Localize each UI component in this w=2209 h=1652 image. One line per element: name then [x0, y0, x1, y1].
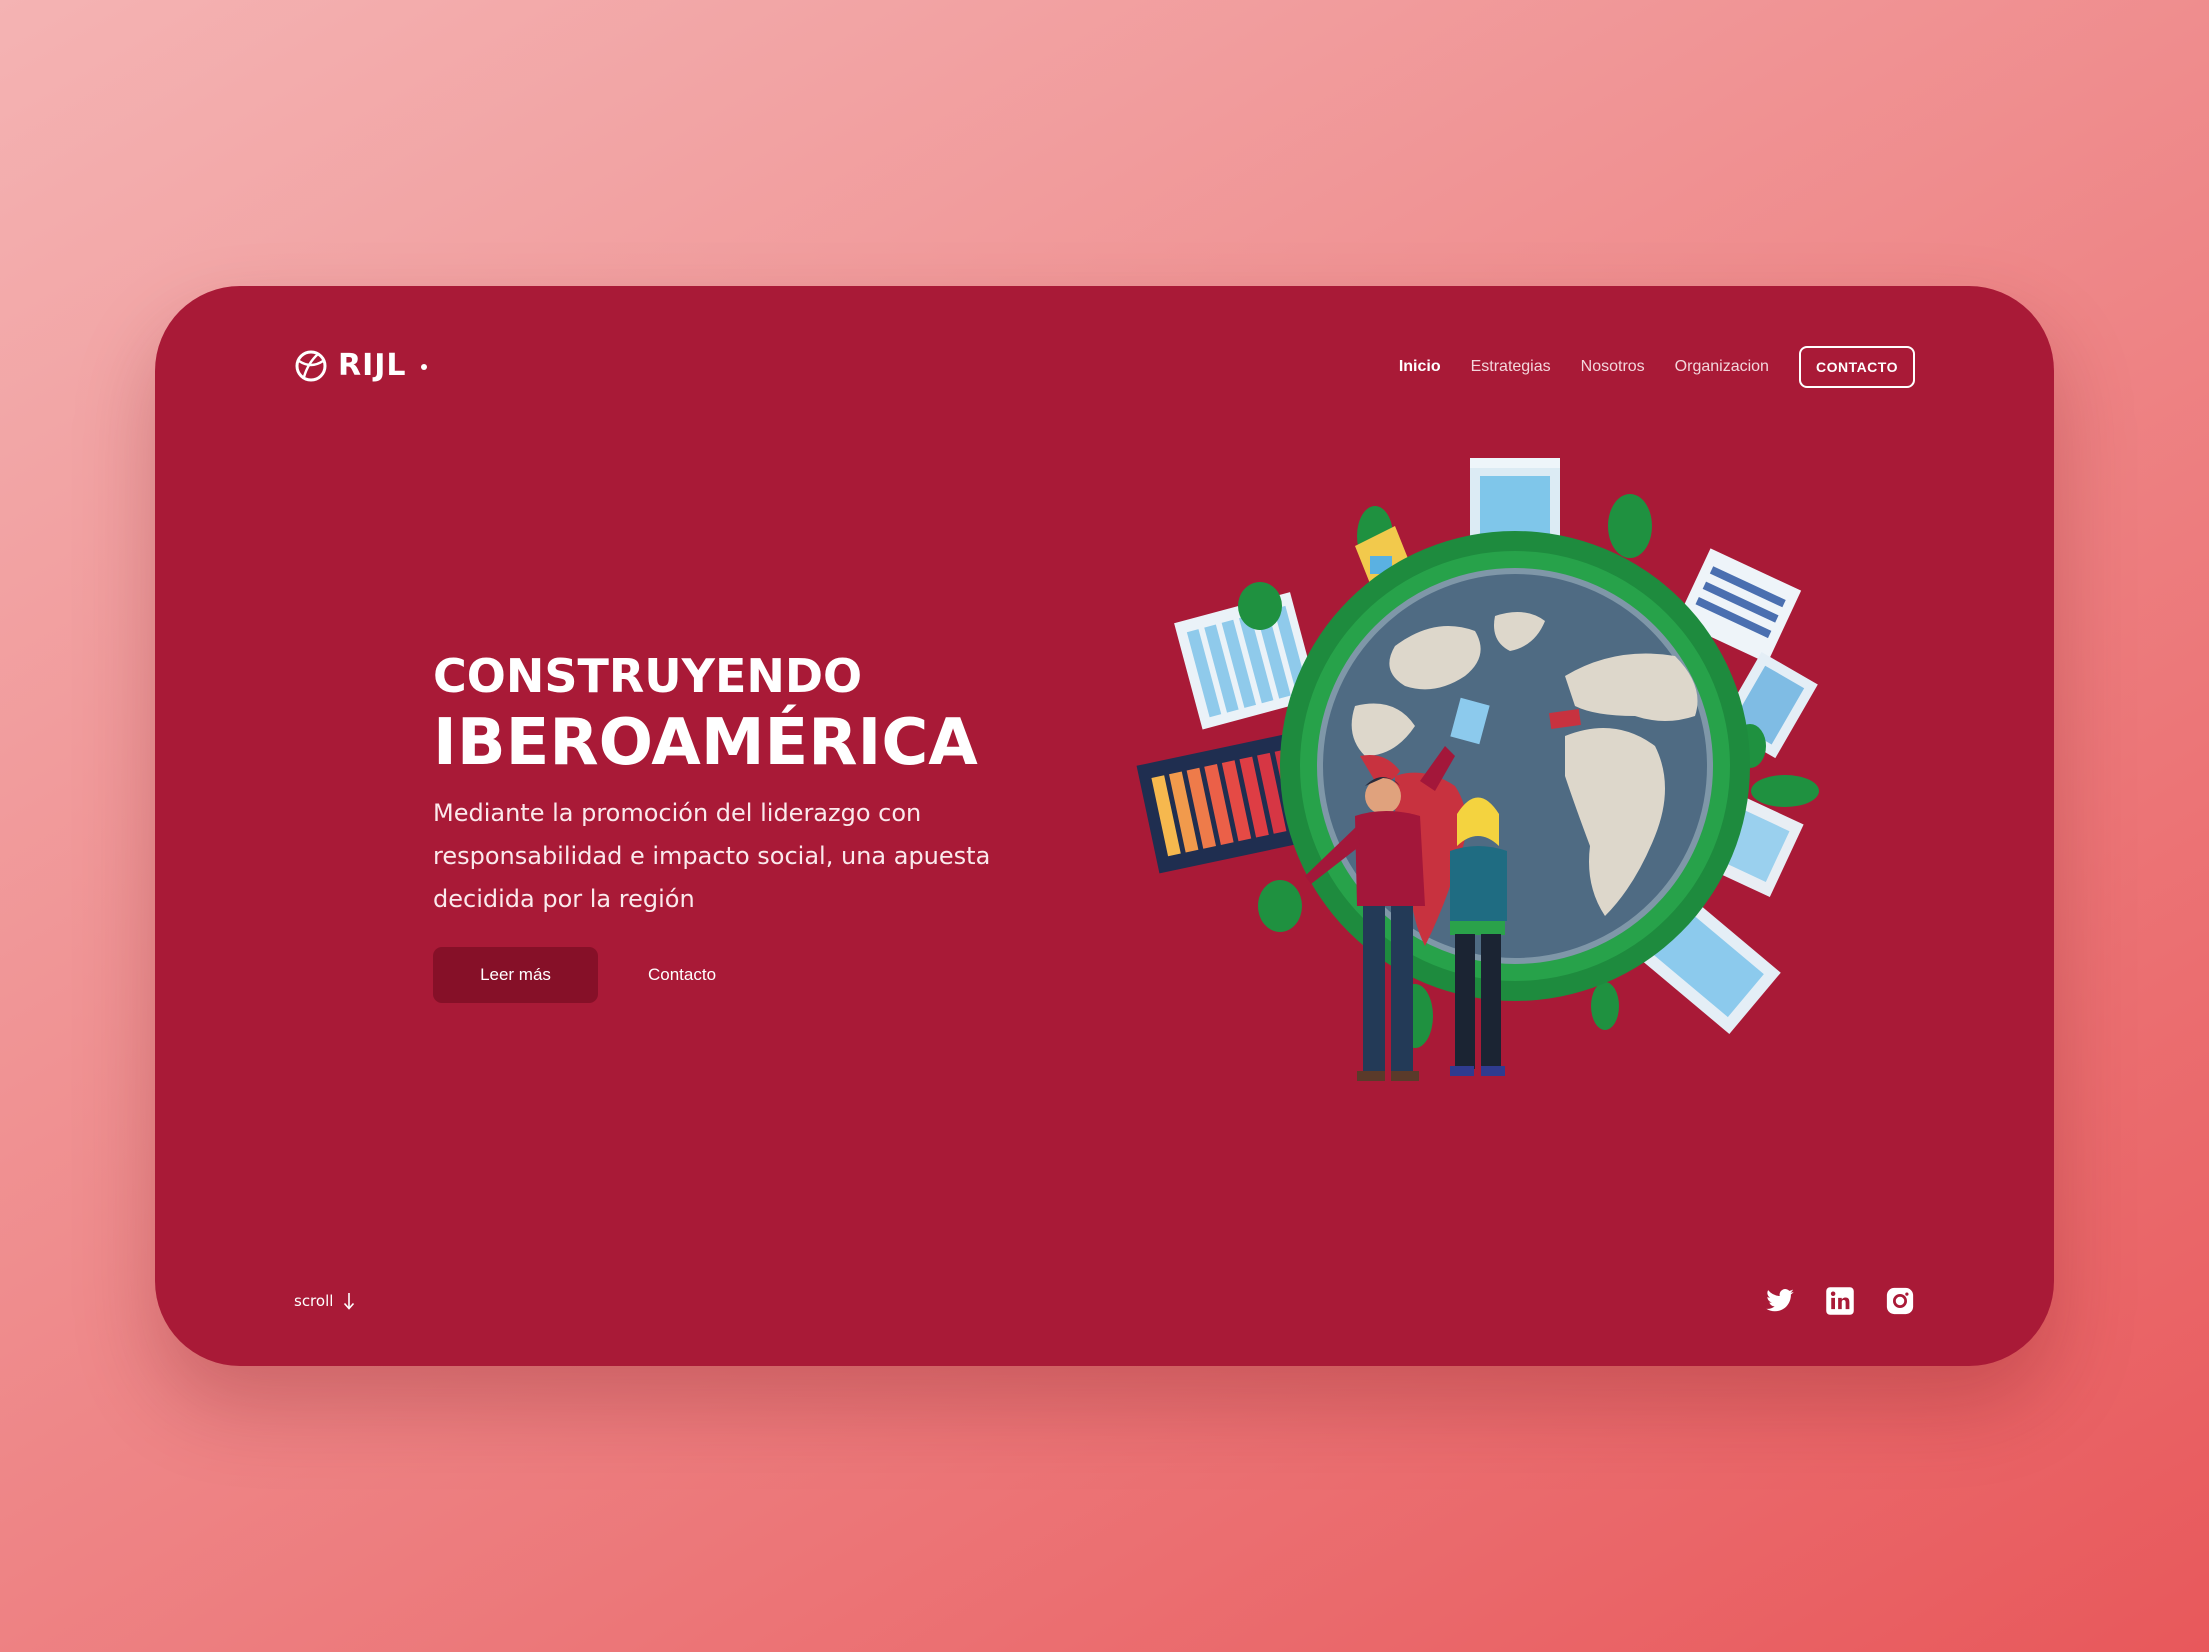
- nav-item-inicio[interactable]: Inicio: [1399, 358, 1441, 376]
- brand-logo[interactable]: RIJL: [294, 348, 427, 383]
- hero-title-line2: IBEROAMÉRICA: [433, 706, 978, 780]
- leer-mas-button[interactable]: Leer más: [433, 947, 598, 1003]
- scroll-label: scroll: [294, 1292, 334, 1310]
- twitter-icon: [1766, 1289, 1794, 1312]
- linkedin-icon: [1826, 1287, 1854, 1315]
- hero-description: Mediante la promoción del liderazgo con …: [433, 799, 991, 913]
- contacto-link[interactable]: Contacto: [648, 965, 716, 985]
- globe-city-illustration: [1136, 458, 1819, 1081]
- brand-dot: [420, 363, 427, 370]
- nav-item-organizacion[interactable]: Organizacion: [1675, 358, 1769, 376]
- instagram-link[interactable]: [1885, 1286, 1915, 1316]
- hero-content: CONSTRUYENDO IBEROAMÉRICA Mediante la pr…: [433, 650, 993, 1003]
- brand-name: RIJL: [338, 348, 407, 383]
- instagram-icon: [1886, 1287, 1914, 1315]
- contacto-nav-button[interactable]: CONTACTO: [1798, 346, 1915, 388]
- social-links: [1765, 1286, 1915, 1316]
- linkedin-link[interactable]: [1825, 1286, 1855, 1316]
- twitter-link[interactable]: [1765, 1286, 1795, 1316]
- hero-title-line1: CONSTRUYENDO: [433, 649, 863, 703]
- nav-item-nosotros[interactable]: Nosotros: [1581, 358, 1645, 376]
- main-nav: Inicio Estrategias Nosotros Organizacion…: [1369, 346, 1915, 388]
- arrow-down-icon: [344, 1293, 355, 1310]
- scroll-indicator[interactable]: scroll: [294, 1292, 355, 1310]
- hero-card: RIJL Inicio Estrategias Nosotros Organiz…: [155, 286, 2054, 1366]
- globe-icon: [295, 350, 327, 381]
- nav-item-estrategias[interactable]: Estrategias: [1471, 358, 1551, 376]
- hero-actions: Leer más Contacto: [433, 947, 993, 1003]
